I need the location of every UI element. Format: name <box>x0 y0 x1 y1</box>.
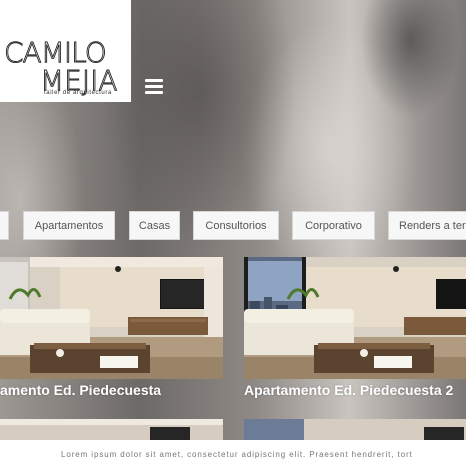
filter-casas[interactable]: Casas <box>129 211 180 240</box>
project-thumbnail-1[interactable] <box>0 257 223 379</box>
hamburger-menu-icon[interactable] <box>144 77 164 95</box>
filter-renders[interactable]: Renders a terc <box>388 211 466 240</box>
project-title-2[interactable]: Apartamento Ed. Piedecuesta 2 <box>244 382 453 398</box>
render-image-partial <box>0 419 223 440</box>
filter-corporativo[interactable]: Corporativo <box>292 211 375 240</box>
logo-lettering: CAMILO MEJIA <box>4 36 118 98</box>
project-thumbnail-2[interactable] <box>244 257 466 379</box>
logo-tagline: taller de arquitectura <box>44 90 112 96</box>
filter-consultorios[interactable]: Consultorios <box>193 211 279 240</box>
living-room-render-image <box>0 257 223 379</box>
render-image-partial <box>244 419 466 440</box>
site-logo[interactable]: CAMILO MEJIA taller de arquitectura <box>0 0 131 102</box>
project-title-1[interactable]: amento Ed. Piedecuesta <box>0 382 161 398</box>
filter-all[interactable] <box>0 211 9 240</box>
project-thumbnail-4[interactable] <box>244 419 466 440</box>
category-filter-bar: Apartamentos Casas Consultorios Corporat… <box>0 211 466 240</box>
living-room-render-image <box>244 257 466 379</box>
footer-text: Lorem ipsum dolor sit amet, consectetur … <box>61 450 413 459</box>
filter-apartamentos[interactable]: Apartamentos <box>23 211 115 240</box>
project-thumbnail-3[interactable] <box>0 419 223 440</box>
site-footer: Lorem ipsum dolor sit amet, consectetur … <box>0 440 466 466</box>
